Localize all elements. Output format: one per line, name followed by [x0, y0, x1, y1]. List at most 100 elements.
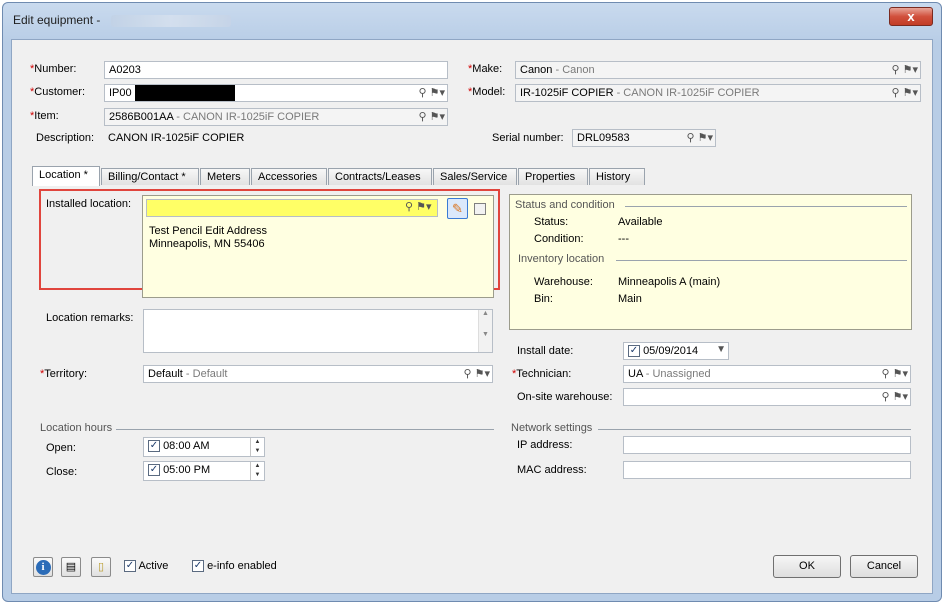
- search-icon[interactable]: ⚲: [882, 390, 890, 403]
- number-field[interactable]: A0203: [104, 61, 448, 79]
- condition-value: ---: [618, 233, 629, 245]
- edit-pencil-icon[interactable]: ✎: [447, 198, 468, 219]
- tab-contracts-leases[interactable]: Contracts/Leases: [328, 168, 432, 185]
- status-value: Available: [618, 216, 663, 228]
- search-icon[interactable]: ⚲: [464, 367, 472, 380]
- make-field[interactable]: Canon - Canon ⚲ ⚑▾: [515, 61, 921, 79]
- edit-equipment-window: Edit equipment - x *Number: A0203 *Custo…: [2, 2, 942, 602]
- flag-menu-icon[interactable]: ⚑▾: [430, 86, 445, 99]
- active-label: Active: [138, 560, 169, 572]
- inventory-group-title: Inventory location: [518, 253, 605, 265]
- divider: [116, 429, 494, 430]
- item-field[interactable]: 2586B001AA - CANON IR-1025iF COPIER ⚲ ⚑▾: [104, 108, 448, 126]
- onsite-warehouse-field[interactable]: ⚲ ⚑▾: [623, 388, 911, 406]
- bin-value: Main: [618, 293, 642, 305]
- flag-menu-icon[interactable]: ⚑▾: [893, 390, 908, 403]
- flag-menu-icon[interactable]: ⚑▾: [903, 86, 918, 99]
- model-label: *Model:: [468, 86, 506, 98]
- serial-number-field[interactable]: DRL09583 ⚲ ⚑▾: [572, 129, 716, 147]
- close-time-checkbox[interactable]: ✓: [148, 464, 160, 477]
- flag-menu-icon[interactable]: ⚑▾: [903, 63, 918, 76]
- search-icon[interactable]: ⚲: [892, 63, 900, 76]
- close-label: Close:: [46, 466, 78, 478]
- notes-icon[interactable]: ▯: [91, 557, 111, 577]
- remarks-scrollbar[interactable]: ▲ ▼: [478, 310, 492, 352]
- einfo-checkbox[interactable]: ✓ e-info enabled: [192, 560, 277, 573]
- tab-history[interactable]: History: [589, 168, 645, 185]
- close-time-field[interactable]: ✓ 05:00 PM ▲ ▼: [143, 461, 265, 481]
- address-line-2: Minneapolis, MN 55406: [149, 238, 265, 250]
- address-checkbox[interactable]: [474, 203, 486, 215]
- item-label: *Item:: [30, 110, 59, 122]
- window-title: Edit equipment -: [13, 13, 101, 27]
- close-button[interactable]: x: [889, 7, 933, 26]
- install-date-checkbox[interactable]: ✓: [628, 345, 640, 358]
- open-label: Open:: [46, 442, 76, 454]
- tab-properties[interactable]: Properties: [518, 168, 588, 185]
- installed-location-label: Installed location:: [46, 198, 131, 210]
- mac-address-field[interactable]: [623, 461, 911, 479]
- location-remarks-label: Location remarks:: [46, 312, 134, 324]
- search-icon[interactable]: ⚲: [892, 86, 900, 99]
- flag-menu-icon[interactable]: ⚑▾: [698, 131, 713, 144]
- onsite-warehouse-label: On-site warehouse:: [517, 391, 613, 403]
- search-icon[interactable]: ⚲: [405, 201, 413, 213]
- open-time-checkbox[interactable]: ✓: [148, 440, 160, 453]
- active-checkbox[interactable]: ✓ Active: [124, 560, 169, 573]
- einfo-label: e-info enabled: [207, 560, 277, 572]
- redacted-title-text: [111, 15, 231, 27]
- condition-label: Condition:: [534, 233, 584, 245]
- install-date-label: Install date:: [517, 345, 574, 357]
- ok-button[interactable]: OK: [773, 555, 841, 578]
- search-icon[interactable]: ⚲: [419, 110, 427, 123]
- status-group-title: Status and condition: [515, 199, 615, 211]
- serial-number-label: Serial number:: [492, 132, 564, 144]
- flag-menu-icon[interactable]: ⚑▾: [416, 201, 431, 213]
- technician-field[interactable]: UA - Unassigned ⚲ ⚑▾: [623, 365, 911, 383]
- tab-billing-contact[interactable]: Billing/Contact *: [101, 168, 199, 185]
- install-date-field[interactable]: ✓ 05/09/2014 ▼: [623, 342, 729, 360]
- customer-field[interactable]: IP00 ⚲ ⚑▾: [104, 84, 448, 102]
- search-icon[interactable]: ⚲: [687, 131, 695, 144]
- cancel-button[interactable]: Cancel: [850, 555, 918, 578]
- address-line-1: Test Pencil Edit Address: [149, 225, 268, 237]
- divider: [616, 260, 907, 261]
- search-icon[interactable]: ⚲: [882, 367, 890, 380]
- warehouse-label: Warehouse:: [534, 276, 593, 288]
- technician-label: *Technician:: [512, 368, 572, 380]
- divider: [625, 206, 907, 207]
- description-label: Description:: [36, 132, 95, 144]
- dialog-body: *Number: A0203 *Customer: IP00 ⚲ ⚑▾ *Item…: [11, 39, 933, 594]
- open-time-field[interactable]: ✓ 08:00 AM ▲ ▼: [143, 437, 265, 457]
- flag-menu-icon[interactable]: ⚑▾: [475, 367, 490, 380]
- description-value: CANON IR-1025iF COPIER: [108, 132, 245, 144]
- flag-menu-icon[interactable]: ⚑▾: [430, 110, 445, 123]
- open-time-spinner[interactable]: ▲ ▼: [250, 438, 264, 456]
- network-settings-title: Network settings: [511, 422, 593, 434]
- document-icon[interactable]: ▤: [61, 557, 81, 577]
- customer-label: *Customer:: [30, 86, 86, 98]
- tab-sales-service[interactable]: Sales/Service: [433, 168, 517, 185]
- redacted-customer-name: [135, 85, 235, 101]
- flag-menu-icon[interactable]: ⚑▾: [893, 367, 908, 380]
- installed-location-panel: ⚲ ⚑▾ ✎ Test Pencil Edit Address Minneapo…: [142, 195, 494, 298]
- bin-label: Bin:: [534, 293, 553, 305]
- location-remarks-input[interactable]: ▲ ▼: [143, 309, 493, 353]
- search-icon[interactable]: ⚲: [419, 86, 427, 99]
- mac-address-label: MAC address:: [517, 464, 587, 476]
- calendar-dropdown-icon[interactable]: ▼: [716, 344, 726, 355]
- territory-field[interactable]: Default - Default ⚲ ⚑▾: [143, 365, 493, 383]
- ip-address-field[interactable]: [623, 436, 911, 454]
- status-label: Status:: [534, 216, 569, 228]
- tab-meters[interactable]: Meters: [200, 168, 250, 185]
- installed-location-field[interactable]: [146, 199, 438, 217]
- info-icon[interactable]: i: [33, 557, 53, 577]
- number-label: *Number:: [30, 63, 77, 75]
- tab-location[interactable]: Location *: [32, 166, 100, 186]
- territory-label: *Territory:: [40, 368, 88, 380]
- title-bar: Edit equipment - x: [3, 3, 941, 39]
- close-time-spinner[interactable]: ▲ ▼: [250, 462, 264, 480]
- tab-accessories[interactable]: Accessories: [251, 168, 327, 185]
- ip-address-label: IP address:: [517, 439, 573, 451]
- model-field[interactable]: IR-1025iF COPIER - CANON IR-1025iF COPIE…: [515, 84, 921, 102]
